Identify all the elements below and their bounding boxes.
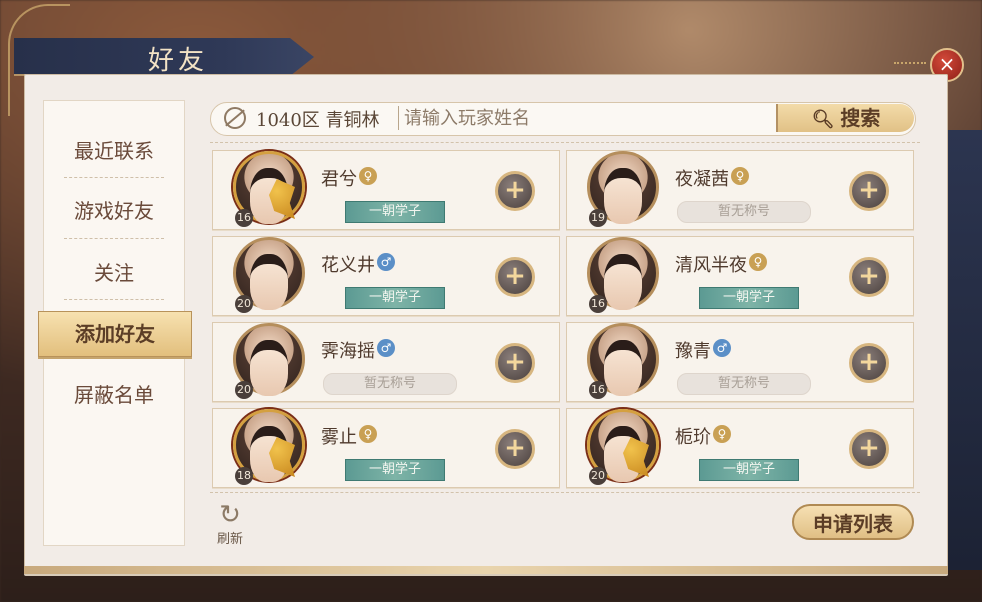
avatar-face <box>604 168 642 224</box>
player-card: 20 霁海摇 ♂ 暂无称号 + <box>212 322 560 402</box>
player-title-tag: 暂无称号 <box>677 201 811 223</box>
player-title-tag: 一朝学子 <box>345 287 445 309</box>
player-card: 20 花义井 ♂ 一朝学子 + <box>212 236 560 316</box>
player-name: 君兮 <box>321 169 357 190</box>
player-card: 16 清风半夜 ♀ 一朝学子 + <box>566 236 914 316</box>
avatar-face <box>250 254 288 310</box>
player-name: 豫青 <box>675 341 711 362</box>
level-badge: 18 <box>235 467 253 485</box>
search-button[interactable]: 🔍︎ 搜索 <box>776 104 914 132</box>
add-friend-button[interactable]: + <box>849 343 889 383</box>
nav-item-add-friend[interactable]: 添加好友 <box>38 311 192 357</box>
player-name: 霁海摇 <box>321 341 375 362</box>
add-friend-button[interactable]: + <box>495 257 535 297</box>
add-friend-button[interactable]: + <box>495 343 535 383</box>
male-icon: ♂ <box>377 339 395 357</box>
add-friend-button[interactable]: + <box>495 429 535 469</box>
player-title-tag: 一朝学子 <box>699 287 799 309</box>
level-badge: 16 <box>589 295 607 313</box>
player-name: 清风半夜 <box>675 255 747 276</box>
nav-divider <box>64 177 164 178</box>
page-title: 好友 <box>148 46 209 76</box>
list-divider-top <box>210 142 920 143</box>
nav-divider <box>64 238 164 239</box>
avatar-face <box>604 254 642 310</box>
player-card: 16 君兮 ♀ 一朝学子 + <box>212 150 560 230</box>
refresh-label: 刷新 <box>216 532 243 547</box>
list-divider-bottom <box>210 492 920 493</box>
search-button-label: 搜索 <box>840 106 881 130</box>
player-name: 雾止 <box>321 427 357 448</box>
player-name: 夜凝茜 <box>675 169 729 190</box>
level-badge: 19 <box>589 209 607 227</box>
player-name-input[interactable] <box>404 106 764 130</box>
server-icon <box>224 107 246 129</box>
add-friend-button[interactable]: + <box>849 257 889 297</box>
nav-item-recent[interactable]: 最近联系 <box>44 121 184 181</box>
nav-item-block-list[interactable]: 屏蔽名单 <box>44 365 184 425</box>
side-nav: 最近联系 游戏好友 关注 添加好友 屏蔽名单 <box>38 100 192 546</box>
player-title-tag: 暂无称号 <box>323 373 457 395</box>
male-icon: ♂ <box>713 339 731 357</box>
level-badge: 16 <box>589 381 607 399</box>
search-icon: 🔍︎ <box>811 109 835 130</box>
female-icon: ♀ <box>731 167 749 185</box>
request-list-button[interactable]: 申请列表 <box>792 504 914 540</box>
female-icon: ♀ <box>359 425 377 443</box>
player-title-tag: 一朝学子 <box>345 459 445 481</box>
player-name: 花义井 <box>321 255 375 276</box>
add-friend-button[interactable]: + <box>849 429 889 469</box>
search-divider <box>398 106 399 130</box>
avatar-face <box>604 340 642 396</box>
female-icon: ♀ <box>749 253 767 271</box>
player-title-tag: 一朝学子 <box>699 459 799 481</box>
nav-item-game-friends[interactable]: 游戏好友 <box>44 181 184 241</box>
level-badge: 20 <box>235 381 253 399</box>
player-title-tag: 暂无称号 <box>677 373 811 395</box>
refresh-button[interactable]: ↻ 刷新 <box>208 502 252 548</box>
male-icon: ♂ <box>377 253 395 271</box>
player-card: 19 夜凝茜 ♀ 暂无称号 + <box>566 150 914 230</box>
nav-item-follow[interactable]: 关注 <box>44 243 184 303</box>
server-label: 1040区 青铜林 <box>256 110 380 131</box>
player-title-tag: 一朝学子 <box>345 201 445 223</box>
level-badge: 16 <box>235 209 253 227</box>
player-card: 20 栀玠 ♀ 一朝学子 + <box>566 408 914 488</box>
add-friend-button[interactable]: + <box>495 171 535 211</box>
player-card: 18 雾止 ♀ 一朝学子 + <box>212 408 560 488</box>
refresh-icon: ↻ <box>219 500 241 530</box>
player-card: 16 豫青 ♂ 暂无称号 + <box>566 322 914 402</box>
level-badge: 20 <box>235 295 253 313</box>
player-name: 栀玠 <box>675 427 711 448</box>
close-decoration <box>894 62 926 64</box>
nav-divider <box>64 299 164 300</box>
add-friend-button[interactable]: + <box>849 171 889 211</box>
avatar-face <box>250 340 288 396</box>
level-badge: 20 <box>589 467 607 485</box>
panel-bottom-trim <box>24 566 948 574</box>
female-icon: ♀ <box>359 167 377 185</box>
female-icon: ♀ <box>713 425 731 443</box>
